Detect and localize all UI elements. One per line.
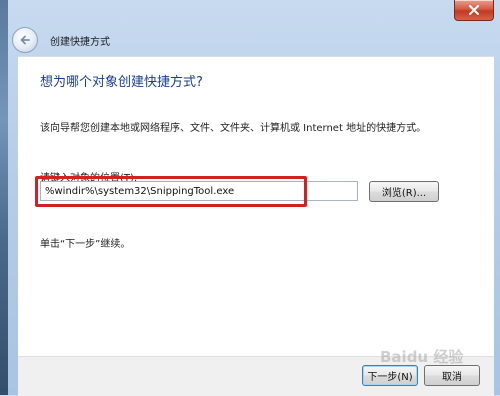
page-heading: 想为哪个对象创建快捷方式? [40,75,203,90]
wizard-content: 想为哪个对象创建快捷方式? 该向导帮您创建本地或网络程序、文件、文件夹、计算机或… [18,56,494,357]
continue-hint: 单击“下一步”继续。 [40,239,131,250]
window-title: 创建快捷方式 [50,36,110,48]
next-button[interactable]: 下一步(N) [362,365,418,386]
back-arrow-icon [20,35,30,45]
back-button[interactable] [12,27,38,53]
wizard-header: 创建快捷方式 [8,22,492,58]
close-icon [469,5,479,15]
cancel-button[interactable]: 取消 [424,365,480,386]
browse-button[interactable]: 浏览(R)... [369,181,439,202]
close-button[interactable] [454,0,494,21]
wizard-footer: 下一步(N) 取消 [18,356,494,396]
location-input[interactable] [40,181,358,201]
create-shortcut-window: 创建快捷方式 想为哪个对象创建快捷方式? 该向导帮您创建本地或网络程序、文件、文… [0,0,500,396]
wizard-description: 该向导帮您创建本地或网络程序、文件、文件夹、计算机或 Internet 地址的快… [40,123,427,134]
desktop-background [0,0,8,395]
